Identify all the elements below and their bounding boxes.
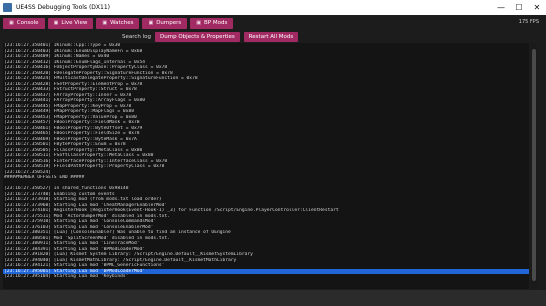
close-button[interactable]: ✕ — [528, 0, 546, 15]
tab-label: Live View — [61, 20, 88, 26]
console-icon: ▣ — [9, 20, 14, 26]
restart-mods-label: Restart All Mods — [248, 34, 294, 40]
app-icon — [3, 3, 12, 12]
maximize-button[interactable]: ☐ — [510, 0, 528, 15]
minimize-button[interactable]: — — [492, 0, 510, 15]
window-controls: — ☐ ✕ — [492, 0, 546, 15]
title-bar: UE4SS Debugging Tools (DX11) — ☐ ✕ — [0, 0, 546, 15]
tab-label: BP Mods — [204, 20, 228, 26]
log-line[interactable]: [23:16:27.395104] Starting Lua mod 'Keyb… — [3, 274, 529, 280]
main-tabs: ▣ Console ▣ Live View ▣ Watches ▣ Dumpers ▣ B… — [3, 18, 234, 29]
log-scrollbar[interactable] — [531, 43, 537, 289]
tab-watches[interactable]: ▣ Watches — [96, 18, 140, 29]
live-view-icon: ▣ — [53, 20, 59, 26]
dump-objects-label: Dump Objects & Properties — [160, 34, 235, 40]
log-output[interactable]: [23:16:27.350401] IKinum::Cpp::Type = 0x… — [3, 43, 529, 289]
app-window: UE4SS Debugging Tools (DX11) — ☐ ✕ ▣ Cons… — [0, 0, 546, 306]
tab-label: Console — [16, 20, 39, 26]
tab-console[interactable]: ▣ Console — [3, 18, 45, 29]
restart-mods-button[interactable]: Restart All Mods — [243, 32, 299, 42]
search-log-label[interactable]: Search log — [122, 34, 151, 40]
window-title: UE4SS Debugging Tools (DX11) — [16, 4, 110, 11]
scrollbar-thumb[interactable] — [532, 49, 536, 281]
tab-live-view[interactable]: ▣ Live View — [47, 18, 94, 29]
dump-objects-button[interactable]: Dump Objects & Properties — [155, 32, 240, 42]
tab-bp-mods[interactable]: ▣ BP Mods — [190, 18, 234, 29]
console-toolbar: Search log Dump Objects & Properties Res… — [0, 31, 546, 43]
dumpers-icon: ▣ — [148, 20, 154, 26]
tab-label: Watches — [110, 20, 134, 26]
tab-label: Dumpers — [156, 20, 182, 26]
watches-icon: ▣ — [102, 20, 108, 26]
bottom-bar — [0, 290, 546, 306]
bp-mods-icon: ▣ — [196, 20, 202, 26]
fps-counter: 175 FPS — [518, 19, 539, 25]
tab-dumpers[interactable]: ▣ Dumpers — [142, 18, 188, 29]
